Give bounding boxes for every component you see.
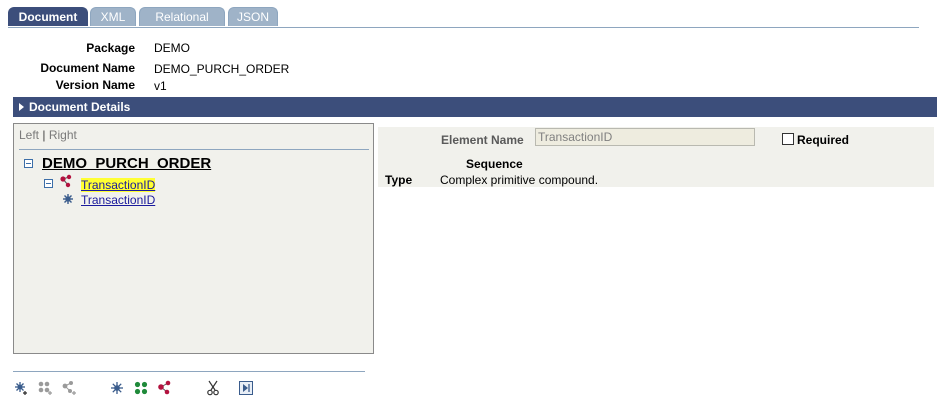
tree-panel: Left | Right DEMO_PURCH_ORDER Transactio… — [13, 123, 374, 354]
divider — [19, 149, 369, 150]
element-name-input[interactable] — [535, 128, 755, 146]
insert-primitive-icon[interactable] — [109, 380, 125, 396]
document-name-value: DEMO_PURCH_ORDER — [154, 62, 290, 76]
add-compound-icon[interactable] — [61, 380, 77, 396]
insert-collection-icon[interactable] — [133, 380, 149, 396]
expand-icon[interactable] — [238, 380, 254, 396]
required-label: Required — [797, 133, 850, 147]
package-label: Package — [86, 41, 135, 55]
section-title: Document Details — [29, 100, 131, 114]
add-primitive-icon[interactable] — [13, 380, 29, 396]
sequence-label: Sequence — [466, 157, 523, 171]
type-label: Type — [385, 173, 413, 187]
type-value: Complex primitive compound. — [440, 173, 599, 187]
tab-xml[interactable]: XML — [90, 7, 136, 26]
document-name-label: Document Name — [40, 61, 135, 75]
document-details-section[interactable]: Document Details — [13, 97, 937, 117]
separator: | — [42, 128, 46, 142]
tab-relational[interactable]: Relational — [139, 7, 225, 26]
tree-node-transactionid-primitive[interactable]: TransactionID — [81, 193, 155, 207]
element-name-label: Element Name — [441, 133, 524, 147]
tree-root-node[interactable]: DEMO_PURCH_ORDER — [42, 155, 211, 172]
collapse-root-icon[interactable] — [24, 159, 33, 168]
cut-icon[interactable] — [205, 380, 221, 396]
insert-compound-icon[interactable] — [157, 380, 173, 396]
tab-json[interactable]: JSON — [228, 7, 278, 26]
right-link[interactable]: Right — [49, 128, 77, 142]
left-right-switch: Left | Right — [19, 128, 77, 142]
left-link[interactable]: Left — [19, 128, 39, 142]
toolbar-divider — [13, 371, 365, 372]
add-collection-icon[interactable] — [37, 380, 53, 396]
package-value: DEMO — [154, 41, 190, 55]
version-name-label: Version Name — [55, 78, 135, 92]
required-checkbox[interactable] — [782, 133, 794, 145]
compound-element-icon — [60, 174, 72, 188]
collapse-triangle-icon — [19, 102, 24, 111]
tab-document[interactable]: Document — [8, 7, 88, 26]
primitive-element-icon — [63, 194, 73, 204]
version-name-value: v1 — [154, 79, 167, 93]
tab-bar: Document XML Relational JSON — [8, 7, 919, 28]
tree-node-transactionid[interactable]: TransactionID — [81, 178, 156, 192]
collapse-node-icon[interactable] — [44, 179, 53, 188]
